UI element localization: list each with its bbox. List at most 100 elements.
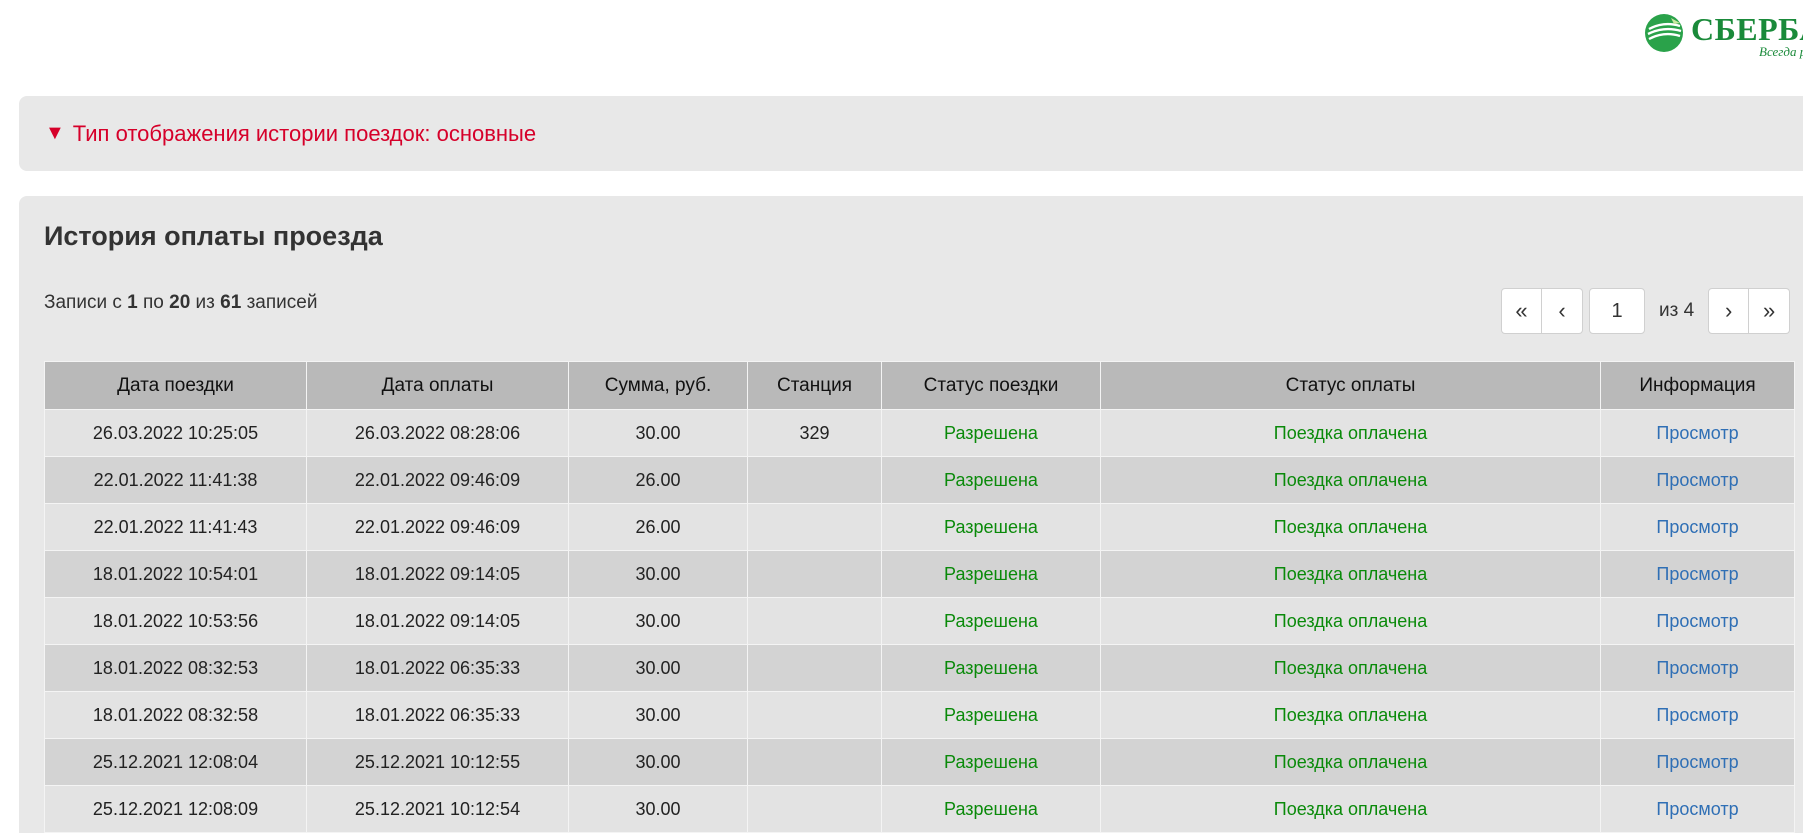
view-details-link[interactable]: Просмотр: [1656, 564, 1738, 584]
column-header-amount[interactable]: Сумма, руб.: [568, 361, 748, 410]
table-header-row: Дата поездки Дата оплаты Сумма, руб. Ста…: [44, 361, 1795, 410]
trip-date-cell: 25.12.2021 12:08:04: [44, 738, 307, 786]
pagination: « ‹ из 4 › »: [1501, 288, 1791, 334]
table-row: 18.01.2022 10:53:56 18.01.2022 09:14:05 …: [44, 597, 1795, 645]
table-row: 18.01.2022 10:54:01 18.01.2022 09:14:05 …: [44, 550, 1795, 598]
next-page-button[interactable]: ›: [1708, 288, 1750, 334]
view-details-link[interactable]: Просмотр: [1656, 658, 1738, 678]
records-info: Записи с 1 по 20 из 61 записей: [44, 292, 317, 314]
pay-date-cell: 22.01.2022 09:46:09: [306, 503, 569, 551]
amount-cell: 30.00: [568, 550, 748, 598]
logo-name: СБЕРБАН: [1691, 11, 1803, 47]
pay-status-cell: Поездка оплачена: [1100, 456, 1601, 504]
amount-cell: 30.00: [568, 409, 748, 457]
pay-date-cell: 26.03.2022 08:28:06: [306, 409, 569, 457]
amount-cell: 26.00: [568, 503, 748, 551]
info-cell: Просмотр: [1600, 409, 1795, 457]
page: СБЕРБАН Всегда р ▼ Тип отображения истор…: [0, 0, 1803, 833]
first-page-button[interactable]: «: [1501, 288, 1542, 334]
station-cell: [747, 597, 882, 645]
pay-date-cell: 18.01.2022 06:35:33: [306, 644, 569, 692]
column-header-pay-date[interactable]: Дата оплаты: [306, 361, 569, 410]
amount-cell: 30.00: [568, 691, 748, 739]
column-header-station[interactable]: Станция: [747, 361, 882, 410]
station-cell: [747, 550, 882, 598]
trip-status-cell: Разрешена: [881, 691, 1101, 739]
pay-status-cell: Поездка оплачена: [1100, 785, 1601, 833]
trip-status-cell: Разрешена: [881, 738, 1101, 786]
triangle-down-icon: ▼: [45, 122, 65, 144]
trip-status-cell: Разрешена: [881, 409, 1101, 457]
view-details-link[interactable]: Просмотр: [1656, 470, 1738, 490]
trip-status-cell: Разрешена: [881, 644, 1101, 692]
view-details-link[interactable]: Просмотр: [1656, 517, 1738, 537]
trip-date-cell: 18.01.2022 10:54:01: [44, 550, 307, 598]
pay-status-cell: Поездка оплачена: [1100, 691, 1601, 739]
view-details-link[interactable]: Просмотр: [1656, 799, 1738, 819]
pay-date-cell: 25.12.2021 10:12:54: [306, 785, 569, 833]
view-details-link[interactable]: Просмотр: [1656, 752, 1738, 772]
amount-cell: 26.00: [568, 456, 748, 504]
column-header-trip-date[interactable]: Дата поездки: [44, 361, 307, 410]
column-header-pay-status[interactable]: Статус оплаты: [1100, 361, 1601, 410]
page-title: История оплаты проезда: [44, 221, 383, 251]
display-type-label: Тип отображения истории поездок: основны…: [72, 120, 537, 146]
display-type-toggle[interactable]: ▼ Тип отображения истории поездок: основ…: [19, 96, 1803, 171]
table-row: 22.01.2022 11:41:43 22.01.2022 09:46:09 …: [44, 503, 1795, 551]
trip-date-cell: 18.01.2022 08:32:53: [44, 644, 307, 692]
table-row: 25.12.2021 12:08:09 25.12.2021 10:12:54 …: [44, 785, 1795, 833]
view-details-link[interactable]: Просмотр: [1656, 705, 1738, 725]
info-cell: Просмотр: [1600, 785, 1795, 833]
info-cell: Просмотр: [1600, 550, 1795, 598]
trips-table: Дата поездки Дата оплаты Сумма, руб. Ста…: [44, 361, 1795, 833]
trip-date-cell: 18.01.2022 10:53:56: [44, 597, 307, 645]
pay-status-cell: Поездка оплачена: [1100, 644, 1601, 692]
info-cell: Просмотр: [1600, 456, 1795, 504]
view-details-link[interactable]: Просмотр: [1656, 611, 1738, 631]
pay-date-cell: 18.01.2022 09:14:05: [306, 550, 569, 598]
table-row: 25.12.2021 12:08:04 25.12.2021 10:12:55 …: [44, 738, 1795, 786]
amount-cell: 30.00: [568, 597, 748, 645]
records-of: из: [195, 292, 215, 313]
amount-cell: 30.00: [568, 644, 748, 692]
view-details-link[interactable]: Просмотр: [1656, 423, 1738, 443]
amount-cell: 30.00: [568, 785, 748, 833]
column-header-info[interactable]: Информация: [1600, 361, 1795, 410]
table-row: 26.03.2022 10:25:05 26.03.2022 08:28:06 …: [44, 409, 1795, 457]
page-count-label: из 4: [1659, 300, 1695, 321]
info-cell: Просмотр: [1600, 503, 1795, 551]
pay-date-cell: 22.01.2022 09:46:09: [306, 456, 569, 504]
table-row: 22.01.2022 11:41:38 22.01.2022 09:46:09 …: [44, 456, 1795, 504]
records-to: 20: [169, 292, 191, 313]
trip-status-cell: Разрешена: [881, 550, 1101, 598]
records-suffix: записей: [246, 292, 318, 313]
sberbank-leaf-icon: [1645, 14, 1683, 52]
info-cell: Просмотр: [1600, 691, 1795, 739]
logo-slogan: Всегда р: [1759, 44, 1803, 59]
info-cell: Просмотр: [1600, 597, 1795, 645]
station-cell: [747, 785, 882, 833]
prev-page-button[interactable]: ‹: [1542, 288, 1583, 334]
station-cell: [747, 503, 882, 551]
records-from: 1: [127, 292, 138, 313]
pay-date-cell: 25.12.2021 10:12:55: [306, 738, 569, 786]
pay-status-cell: Поездка оплачена: [1100, 550, 1601, 598]
records-by: по: [142, 292, 164, 313]
logo-text: СБЕРБАН Всегда р: [1691, 10, 1803, 60]
trip-date-cell: 25.12.2021 12:08:09: [44, 785, 307, 833]
amount-cell: 30.00: [568, 738, 748, 786]
sberbank-logo[interactable]: СБЕРБАН Всегда р: [1643, 10, 1803, 60]
records-total: 61: [220, 292, 242, 313]
trip-date-cell: 22.01.2022 11:41:43: [44, 503, 307, 551]
pay-status-cell: Поездка оплачена: [1100, 409, 1601, 457]
trip-date-cell: 18.01.2022 08:32:58: [44, 691, 307, 739]
table-row: 18.01.2022 08:32:58 18.01.2022 06:35:33 …: [44, 691, 1795, 739]
station-cell: [747, 738, 882, 786]
column-header-trip-status[interactable]: Статус поездки: [881, 361, 1101, 410]
last-page-button[interactable]: »: [1749, 288, 1791, 334]
table-row: 18.01.2022 08:32:53 18.01.2022 06:35:33 …: [44, 644, 1795, 692]
info-cell: Просмотр: [1600, 644, 1795, 692]
page-number-input[interactable]: [1589, 288, 1645, 334]
pay-status-cell: Поездка оплачена: [1100, 738, 1601, 786]
trip-date-cell: 22.01.2022 11:41:38: [44, 456, 307, 504]
